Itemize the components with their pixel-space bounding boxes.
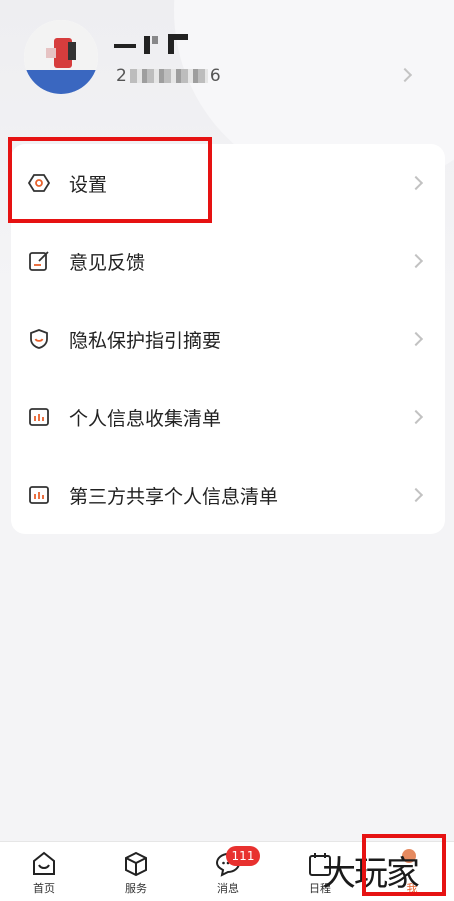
privacy-shield-icon <box>30 329 48 349</box>
cube-icon <box>125 851 147 877</box>
highlight-box-me-tab <box>362 834 446 896</box>
chevron-right-icon <box>408 409 424 425</box>
menu-item-label: 个人信息收集清单 <box>69 407 222 430</box>
chevron-right-icon <box>408 331 424 347</box>
feedback-icon <box>29 251 49 271</box>
chart-list-icon <box>29 408 49 426</box>
chart-list-icon <box>29 486 49 504</box>
tab-label: 服务 <box>125 882 147 895</box>
menu-item-label: 第三方共享个人信息清单 <box>69 485 279 508</box>
menu-item-privacy-summary[interactable]: 隐私保护指引摘要 <box>11 300 445 378</box>
menu-item-third-party-sharing-list[interactable]: 第三方共享个人信息清单 <box>11 456 445 534</box>
chevron-right-icon <box>408 253 424 269</box>
highlight-box-settings <box>8 137 212 223</box>
tab-label: 首页 <box>33 882 55 895</box>
profile-header[interactable]: 26 <box>0 0 454 140</box>
chevron-right-icon <box>397 67 413 83</box>
chevron-right-icon <box>408 487 424 503</box>
tab-services[interactable]: 服务 <box>106 850 166 898</box>
user-name-pixelated <box>114 30 204 58</box>
menu-item-label: 隐私保护指引摘要 <box>69 329 222 352</box>
menu-item-feedback[interactable]: 意见反馈 <box>11 222 445 300</box>
message-badge: 111 <box>226 846 260 866</box>
menu-item-label: 意见反馈 <box>69 251 146 274</box>
home-icon <box>33 851 55 875</box>
tab-label: 消息 <box>217 882 239 895</box>
menu-item-personal-info-list[interactable]: 个人信息收集清单 <box>11 378 445 456</box>
avatar[interactable] <box>24 20 98 94</box>
user-id: 26 <box>116 66 222 86</box>
tab-home[interactable]: 首页 <box>14 850 74 898</box>
chevron-right-icon <box>408 175 424 191</box>
